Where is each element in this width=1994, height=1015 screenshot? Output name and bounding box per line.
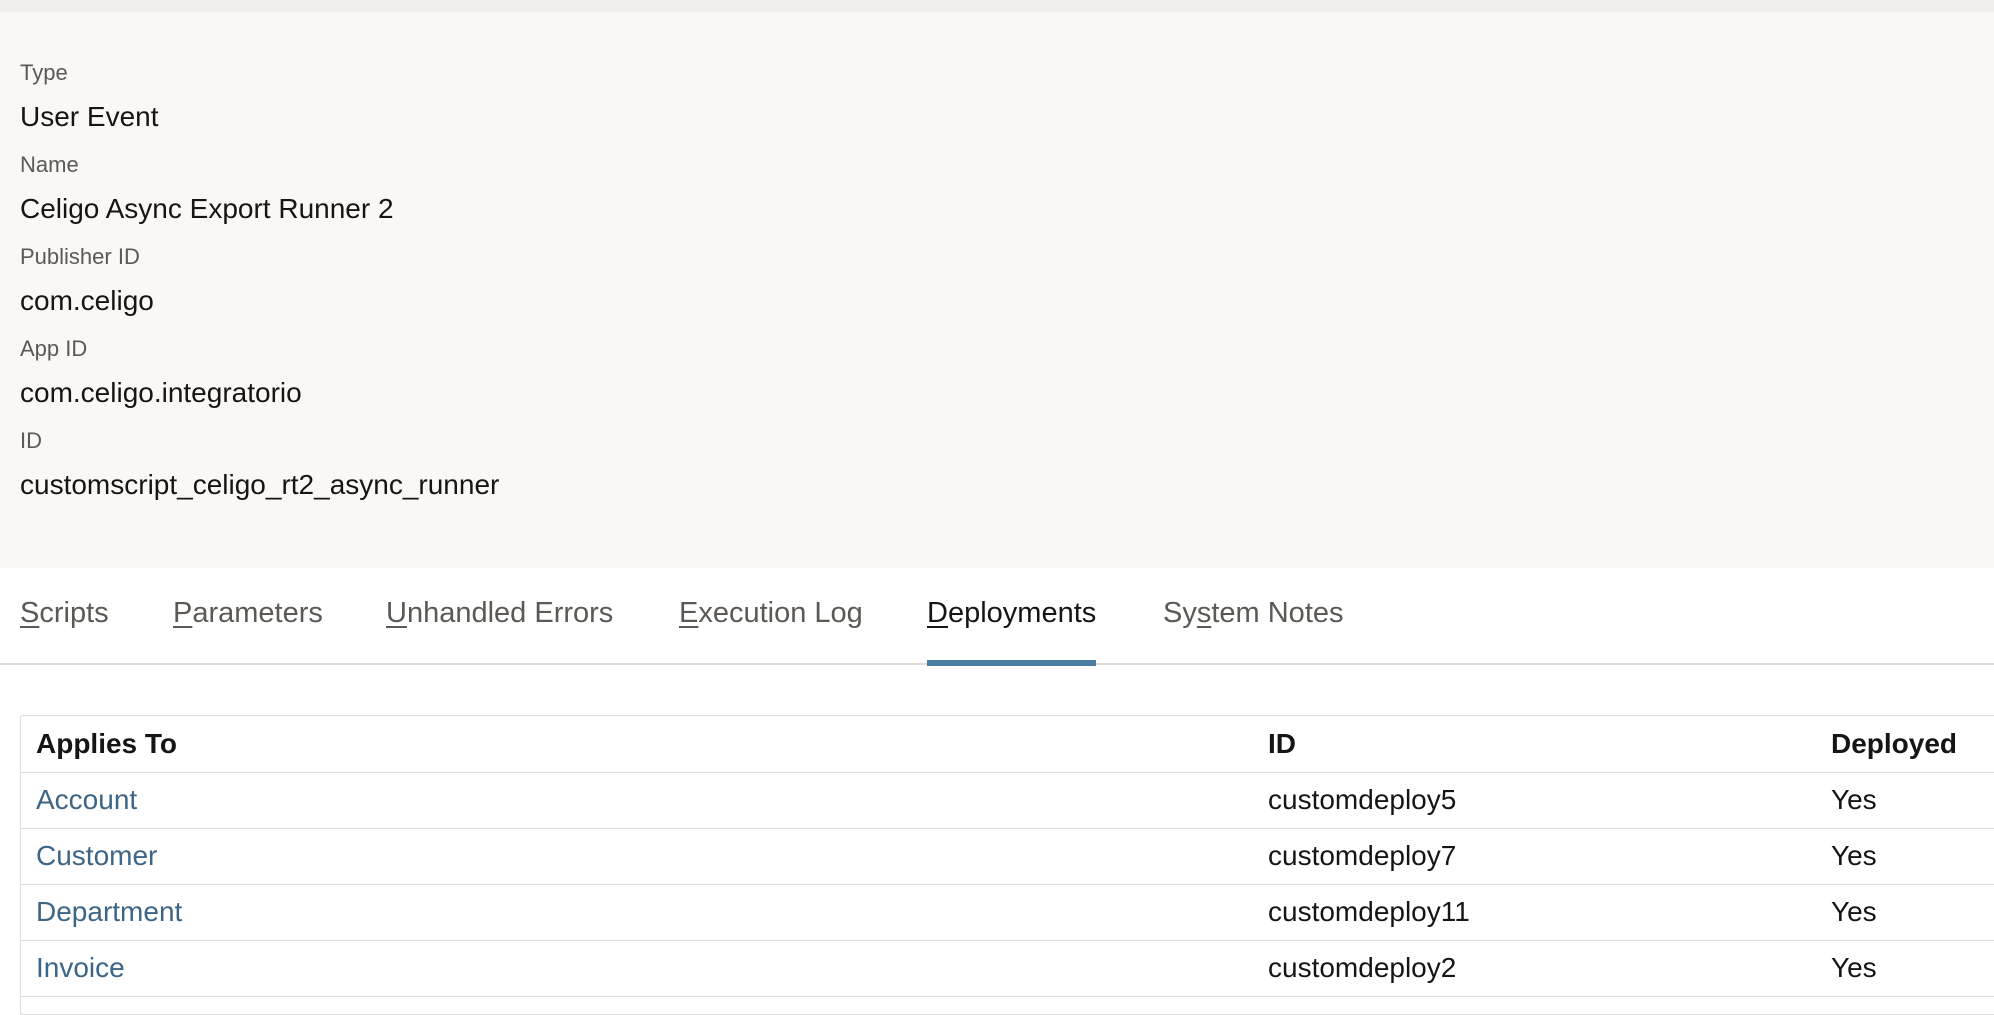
applies-to-link[interactable]: Account: [21, 772, 1253, 829]
tab-execution-log[interactable]: Execution Log: [679, 568, 863, 665]
tab-deployments-label: eployments: [947, 597, 1097, 629]
tab-system-notes-prefix: Sy: [1163, 597, 1197, 629]
type-label: Type: [20, 60, 68, 85]
deployed-cell: Yes: [1816, 884, 1994, 941]
deployment-id-cell: customdeploy7: [1253, 828, 1816, 885]
tab-parameters-accesskey: P: [173, 597, 193, 629]
tab-scripts[interactable]: Scripts: [20, 568, 109, 665]
deployment-id-cell: customdeploy2: [1253, 940, 1816, 997]
tab-scripts-accesskey: S: [20, 597, 40, 629]
deployed-cell: Yes: [1816, 772, 1994, 829]
tab-unhandled-errors-accesskey: U: [386, 597, 407, 629]
tab-unhandled-errors-label: nhandled Errors: [406, 597, 614, 629]
applies-to-link[interactable]: Customer: [21, 828, 1253, 885]
publisher-id-value: com.celigo: [20, 285, 154, 316]
name-value: Celigo Async Export Runner 2: [20, 193, 394, 224]
tab-execution-log-label: xecution Log: [698, 597, 863, 629]
tab-deployments-accesskey: D: [927, 597, 948, 629]
app-id-label: App ID: [20, 336, 88, 361]
script-id-value: customscript_celigo_rt2_async_runner: [20, 469, 500, 500]
script-id-label: ID: [20, 428, 42, 453]
tab-system-notes[interactable]: System Notes: [1163, 568, 1344, 665]
publisher-id-field: Publisher ID com.celigo: [20, 244, 154, 318]
column-header-deployed[interactable]: Deployed: [1816, 716, 1994, 773]
table-row: Customer customdeploy7 Yes: [21, 828, 1994, 885]
app-id-field: App ID com.celigo.integratorio: [20, 336, 302, 410]
tab-scripts-label: cripts: [39, 597, 109, 629]
top-strip: [0, 0, 1994, 12]
deployment-id-cell: customdeploy11: [1253, 884, 1816, 941]
column-header-id[interactable]: ID: [1253, 716, 1816, 773]
type-value: User Event: [20, 101, 159, 132]
column-header-applies-to[interactable]: Applies To: [21, 716, 1253, 773]
tab-parameters-label: arameters: [192, 597, 323, 629]
publisher-id-label: Publisher ID: [20, 244, 140, 269]
deployments-table: Applies To ID Deployed Account customdep…: [20, 715, 1994, 1015]
deployment-id-cell: customdeploy5: [1253, 772, 1816, 829]
table-row: Invoice customdeploy2 Yes: [21, 940, 1994, 997]
name-field: Name Celigo Async Export Runner 2: [20, 152, 394, 226]
table-row: Account customdeploy5 Yes: [21, 772, 1994, 829]
tab-unhandled-errors[interactable]: Unhandled Errors: [386, 568, 613, 665]
applies-to-link[interactable]: Department: [21, 884, 1253, 941]
table-row: Department customdeploy11 Yes: [21, 884, 1994, 941]
script-details-panel: Type User Event Name Celigo Async Export…: [0, 12, 1994, 568]
tab-deployments[interactable]: Deployments: [927, 568, 1097, 666]
table-header-row: Applies To ID Deployed: [21, 716, 1994, 773]
type-field: Type User Event: [20, 60, 159, 134]
tab-system-notes-label: tem Notes: [1211, 597, 1344, 629]
deployed-cell: Yes: [1816, 940, 1994, 997]
app-id-value: com.celigo.integratorio: [20, 377, 302, 408]
applies-to-link[interactable]: Invoice: [21, 940, 1253, 997]
tab-parameters[interactable]: Parameters: [173, 568, 323, 665]
tab-system-notes-accesskey: s: [1196, 597, 1212, 629]
deployed-cell: Yes: [1816, 828, 1994, 885]
name-label: Name: [20, 152, 79, 177]
script-id-field: ID customscript_celigo_rt2_async_runner: [20, 428, 499, 502]
tab-execution-log-accesskey: E: [679, 597, 699, 629]
subtab-bar: Scripts Parameters Unhandled Errors Exec…: [0, 568, 1994, 666]
